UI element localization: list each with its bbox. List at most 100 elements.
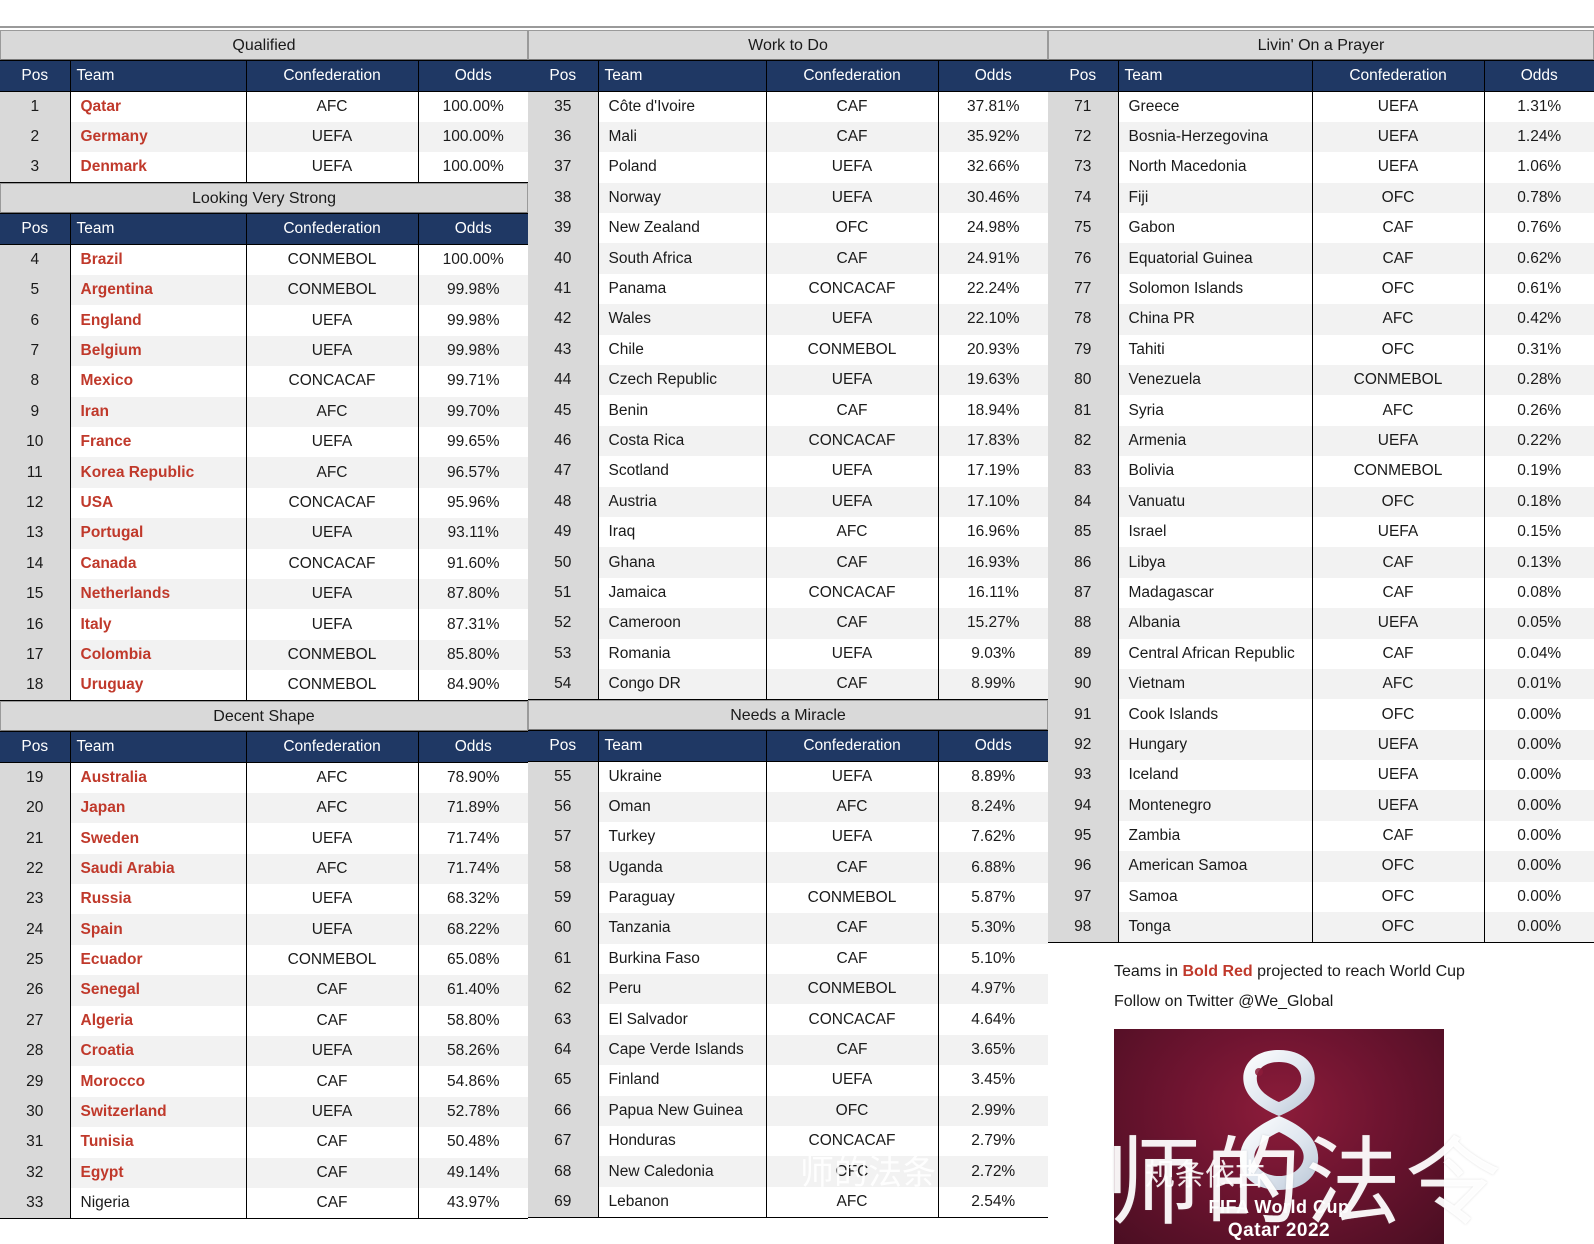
table-row[interactable]: 43 Chile CONMEBOL 20.93%	[528, 334, 1048, 366]
column-header-confederation[interactable]: Confederation	[246, 60, 419, 92]
table-row[interactable]: 64 Cape Verde Islands CAF 3.65%	[528, 1034, 1048, 1066]
table-row[interactable]: 60 Tanzania CAF 5.30%	[528, 913, 1048, 944]
table-row[interactable]: 71 Greece UEFA 1.31%	[1048, 91, 1594, 122]
table-row[interactable]: 36 Mali CAF 35.92%	[528, 121, 1048, 153]
table-row[interactable]: 39 New Zealand OFC 24.98%	[528, 213, 1048, 244]
table-row[interactable]: 49 Iraq AFC 16.96%	[528, 516, 1048, 548]
table-row[interactable]: 55 Ukraine UEFA 8.89%	[528, 761, 1048, 792]
table-row[interactable]: 79 Tahiti OFC 0.31%	[1048, 334, 1594, 366]
table-row[interactable]: 28 Croatia UEFA 58.26%	[0, 1036, 528, 1067]
table-row[interactable]: 19 Australia AFC 78.90%	[0, 762, 528, 793]
table-row[interactable]: 91 Cook Islands OFC 0.00%	[1048, 699, 1594, 730]
table-row[interactable]: 29 Morocco CAF 54.86%	[0, 1066, 528, 1097]
table-row[interactable]: 89 Central African Republic CAF 0.04%	[1048, 638, 1594, 669]
table-row[interactable]: 73 North Macedonia UEFA 1.06%	[1048, 152, 1594, 183]
column-header-confederation[interactable]: Confederation	[766, 60, 939, 92]
column-header-pos[interactable]: Pos	[0, 731, 71, 764]
table-row[interactable]: 18 Uruguay CONMEBOL 84.90%	[0, 670, 528, 702]
table-row[interactable]: 44 Czech Republic UEFA 19.63%	[528, 365, 1048, 396]
table-row[interactable]: 25 Ecuador CONMEBOL 65.08%	[0, 944, 528, 976]
table-row[interactable]: 7 Belgium UEFA 99.98%	[0, 335, 528, 367]
table-row[interactable]: 72 Bosnia-Herzegovina UEFA 1.24%	[1048, 121, 1594, 153]
table-row[interactable]: 87 Madagascar CAF 0.08%	[1048, 577, 1594, 609]
column-header-confederation[interactable]: Confederation	[766, 729, 939, 762]
table-row[interactable]: 50 Ghana CAF 16.93%	[528, 547, 1048, 578]
table-row[interactable]: 32 Egypt CAF 49.14%	[0, 1157, 528, 1188]
table-row[interactable]: 1 Qatar AFC 100.00%	[0, 91, 528, 122]
table-row[interactable]: 67 Honduras CONCACAF 2.79%	[528, 1126, 1048, 1157]
column-header-pos[interactable]: Pos	[0, 213, 71, 246]
table-row[interactable]: 13 Portugal UEFA 93.11%	[0, 518, 528, 549]
table-row[interactable]: 61 Burkina Faso CAF 5.10%	[528, 943, 1048, 975]
table-row[interactable]: 33 Nigeria CAF 43.97%	[0, 1188, 528, 1219]
table-row[interactable]: 63 El Salvador CONCACAF 4.64%	[528, 1004, 1048, 1035]
column-header-pos[interactable]: Pos	[528, 60, 599, 92]
table-row[interactable]: 47 Scotland UEFA 17.19%	[528, 456, 1048, 487]
table-row[interactable]: 78 China PR AFC 0.42%	[1048, 304, 1594, 335]
column-header-team[interactable]: Team	[598, 729, 767, 762]
table-row[interactable]: 97 Samoa OFC 0.00%	[1048, 881, 1594, 913]
table-row[interactable]: 96 American Samoa OFC 0.00%	[1048, 851, 1594, 882]
table-row[interactable]: 76 Equatorial Guinea CAF 0.62%	[1048, 243, 1594, 274]
table-row[interactable]: 53 Romania UEFA 9.03%	[528, 638, 1048, 669]
column-header-confederation[interactable]: Confederation	[1312, 60, 1485, 92]
table-row[interactable]: 24 Spain UEFA 68.22%	[0, 914, 528, 945]
table-row[interactable]: 83 Bolivia CONMEBOL 0.19%	[1048, 456, 1594, 487]
table-row[interactable]: 54 Congo DR CAF 8.99%	[528, 668, 1048, 700]
table-row[interactable]: 81 Syria AFC 0.26%	[1048, 395, 1594, 426]
table-row[interactable]: 30 Switzerland UEFA 52.78%	[0, 1096, 528, 1128]
column-header-team[interactable]: Team	[1118, 60, 1313, 92]
table-row[interactable]: 85 Israel UEFA 0.15%	[1048, 516, 1594, 548]
column-header-odds[interactable]: Odds	[418, 213, 528, 246]
table-row[interactable]: 42 Wales UEFA 22.10%	[528, 304, 1048, 335]
column-header-team[interactable]: Team	[598, 60, 767, 92]
table-row[interactable]: 92 Hungary UEFA 0.00%	[1048, 729, 1594, 761]
table-row[interactable]: 37 Poland UEFA 32.66%	[528, 152, 1048, 183]
table-row[interactable]: 4 Brazil CONMEBOL 100.00%	[0, 244, 528, 276]
table-row[interactable]: 14 Canada CONCACAF 91.60%	[0, 548, 528, 579]
column-header-team[interactable]: Team	[70, 60, 247, 92]
table-row[interactable]: 35 Côte d'Ivoire CAF 37.81%	[528, 91, 1048, 122]
table-row[interactable]: 10 France UEFA 99.65%	[0, 427, 528, 458]
table-row[interactable]: 27 Algeria CAF 58.80%	[0, 1005, 528, 1037]
column-header-odds[interactable]: Odds	[418, 731, 528, 764]
table-row[interactable]: 58 Uganda CAF 6.88%	[528, 852, 1048, 883]
table-row[interactable]: 51 Jamaica CONCACAF 16.11%	[528, 577, 1048, 609]
table-row[interactable]: 66 Papua New Guinea OFC 2.99%	[528, 1095, 1048, 1126]
table-row[interactable]: 82 Armenia UEFA 0.22%	[1048, 425, 1594, 457]
table-row[interactable]: 15 Netherlands UEFA 87.80%	[0, 578, 528, 610]
table-row[interactable]: 9 Iran AFC 99.70%	[0, 396, 528, 428]
table-row[interactable]: 31 Tunisia CAF 50.48%	[0, 1127, 528, 1158]
column-header-odds[interactable]: Odds	[938, 60, 1048, 92]
table-row[interactable]: 57 Turkey UEFA 7.62%	[528, 822, 1048, 853]
table-row[interactable]: 45 Benin CAF 18.94%	[528, 395, 1048, 426]
table-row[interactable]: 6 England UEFA 99.98%	[0, 305, 528, 336]
table-row[interactable]: 84 Vanuatu OFC 0.18%	[1048, 486, 1594, 517]
column-header-confederation[interactable]: Confederation	[246, 731, 419, 764]
table-row[interactable]: 38 Norway UEFA 30.46%	[528, 182, 1048, 214]
column-header-odds[interactable]: Odds	[1484, 60, 1594, 92]
table-row[interactable]: 11 Korea Republic AFC 96.57%	[0, 457, 528, 488]
table-row[interactable]: 5 Argentina CONMEBOL 99.98%	[0, 275, 528, 306]
column-header-pos[interactable]: Pos	[0, 60, 71, 92]
column-header-confederation[interactable]: Confederation	[246, 213, 419, 246]
table-row[interactable]: 59 Paraguay CONMEBOL 5.87%	[528, 882, 1048, 914]
column-header-odds[interactable]: Odds	[418, 60, 528, 92]
table-row[interactable]: 95 Zambia CAF 0.00%	[1048, 820, 1594, 852]
column-header-team[interactable]: Team	[70, 731, 247, 764]
table-row[interactable]: 88 Albania UEFA 0.05%	[1048, 608, 1594, 639]
table-row[interactable]: 62 Peru CONMEBOL 4.97%	[528, 974, 1048, 1005]
table-row[interactable]: 93 Iceland UEFA 0.00%	[1048, 760, 1594, 791]
table-row[interactable]: 21 Sweden UEFA 71.74%	[0, 823, 528, 854]
table-row[interactable]: 46 Costa Rica CONCACAF 17.83%	[528, 425, 1048, 457]
table-row[interactable]: 80 Venezuela CONMEBOL 0.28%	[1048, 365, 1594, 396]
table-row[interactable]: 56 Oman AFC 8.24%	[528, 791, 1048, 823]
column-header-team[interactable]: Team	[70, 213, 247, 246]
table-row[interactable]: 16 Italy UEFA 87.31%	[0, 609, 528, 640]
table-row[interactable]: 26 Senegal CAF 61.40%	[0, 975, 528, 1006]
column-header-odds[interactable]: Odds	[938, 729, 1048, 762]
table-row[interactable]: 75 Gabon CAF 0.76%	[1048, 213, 1594, 244]
table-row[interactable]: 40 South Africa CAF 24.91%	[528, 243, 1048, 274]
table-row[interactable]: 86 Libya CAF 0.13%	[1048, 547, 1594, 578]
table-row[interactable]: 41 Panama CONCACAF 22.24%	[528, 273, 1048, 305]
